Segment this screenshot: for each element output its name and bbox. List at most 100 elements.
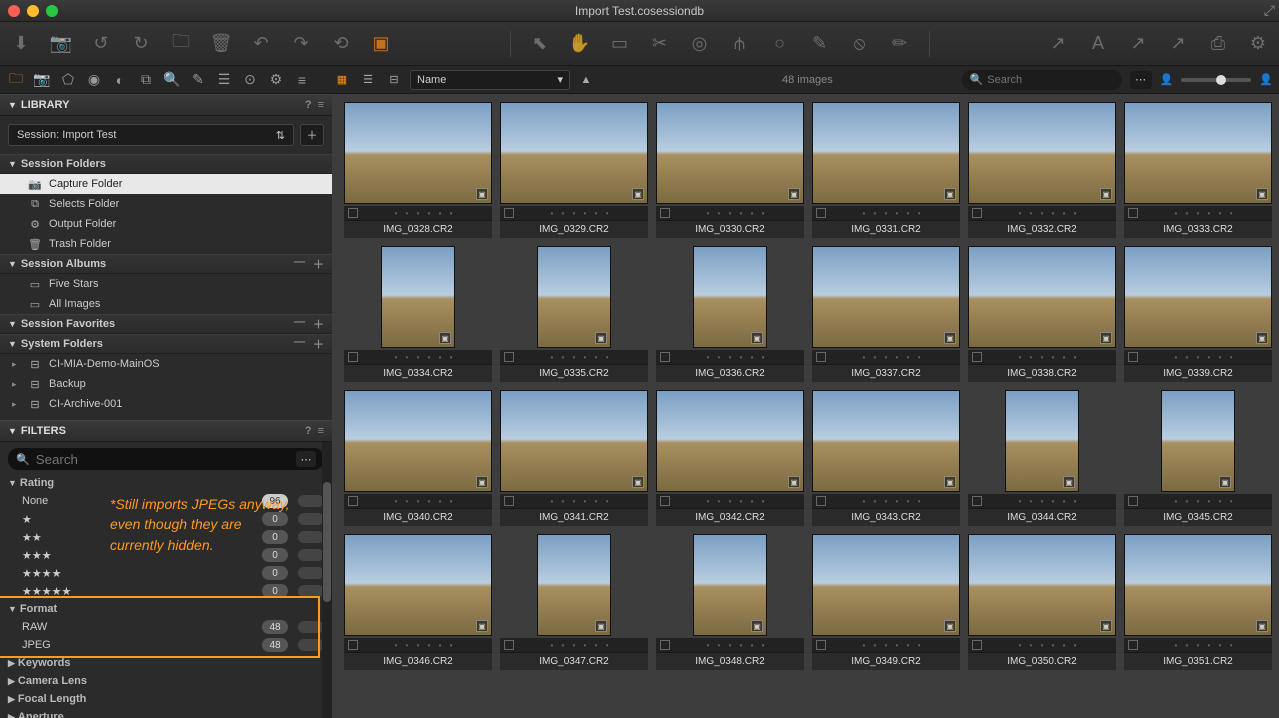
keywords-group[interactable]: ▶Keywords [8,654,324,672]
thumbnail-image[interactable]: ▣ [537,246,611,348]
rating-dots[interactable]: • • • • • • [518,641,644,650]
thumbnail-image[interactable]: ▣ [812,390,960,492]
thumbnail-checkbox[interactable] [660,640,670,650]
rating-1-row[interactable]: ★0 [8,510,324,528]
zoom-button[interactable] [46,5,58,17]
format-group[interactable]: ▼Format [8,600,324,618]
thumbnail-checkbox[interactable] [1128,208,1138,218]
thumbnail-image[interactable]: ▣ [968,246,1116,348]
thumbnail-checkbox[interactable] [1128,352,1138,362]
rating-dots[interactable]: • • • • • • [518,497,644,506]
library-tab-icon[interactable]: 🗀 [6,70,26,90]
toggle[interactable] [298,495,324,507]
rating-dots[interactable]: • • • • • • [1142,353,1268,362]
details-tab-icon[interactable]: 🔍 [162,70,182,90]
plus-icon[interactable]: ＋ [313,336,324,352]
plus-icon[interactable]: ＋ [313,256,324,272]
browser-search[interactable]: 🔍 [962,70,1122,90]
thumbnail-image[interactable]: ▣ [693,246,767,348]
brush-tool-icon[interactable]: ✎ [809,33,831,55]
thumbnail-checkbox[interactable] [660,496,670,506]
thumbnail-size-slider[interactable] [1181,78,1251,82]
scrollbar-thumb[interactable] [323,482,331,602]
thumbnail-checkbox[interactable] [660,352,670,362]
thumbnail-image[interactable]: ▣ [968,102,1116,204]
thumbnail-image[interactable]: ▣ [693,534,767,636]
thumbnail-cell[interactable]: ▣• • • • • •IMG_0335.CR2 [500,246,648,382]
crop-tool-icon[interactable]: ✂ [649,33,671,55]
rating-dots[interactable]: • • • • • • [830,497,956,506]
thumbnail-cell[interactable]: ▣• • • • • •IMG_0333.CR2 [1124,102,1272,238]
thumbnail-cell[interactable]: ▣• • • • • •IMG_0339.CR2 [1124,246,1272,382]
exposure-tab-icon[interactable]: ◐ [110,70,130,90]
thumbnail-cell[interactable]: ▣• • • • • •IMG_0344.CR2 [968,390,1116,526]
rating-dots[interactable]: • • • • • • [830,641,956,650]
spot-tool-icon[interactable]: ○ [769,33,791,55]
rating-dots[interactable]: • • • • • • [986,497,1112,506]
grid-view-icon[interactable]: ▦ [332,70,352,90]
thumbnail-checkbox[interactable] [1128,640,1138,650]
output-tab-icon[interactable]: ⊙ [240,70,260,90]
thumbnail-image[interactable]: ▣ [656,390,804,492]
thumbnail-cell[interactable]: ▣• • • • • •IMG_0342.CR2 [656,390,804,526]
rotate-left-icon[interactable]: ↺ [90,33,112,55]
thumbnail-checkbox[interactable] [504,352,514,362]
export-icon[interactable]: ↗ [1047,33,1069,55]
thumbnail-checkbox[interactable] [816,496,826,506]
thumbnail-image[interactable]: ▣ [500,390,648,492]
thumbnail-checkbox[interactable] [972,352,982,362]
rating-dots[interactable]: • • • • • • [1142,641,1268,650]
rating-dots[interactable]: • • • • • • [1142,209,1268,218]
thumbnail-checkbox[interactable] [348,640,358,650]
settings-icon[interactable]: ⚙ [1247,33,1269,55]
rating-dots[interactable]: • • • • • • [1142,497,1268,506]
add-session-button[interactable]: ＋ [300,124,324,146]
crop-tab-icon[interactable]: ⧉ [136,70,156,90]
rating-group[interactable]: ▼Rating [8,474,324,492]
thumbnail-image[interactable]: ▣ [344,534,492,636]
thumbnail-cell[interactable]: ▣• • • • • •IMG_0349.CR2 [812,534,960,670]
thumbnail-cell[interactable]: ▣• • • • • •IMG_0336.CR2 [656,246,804,382]
thumbnail-image[interactable]: ▣ [1124,102,1272,204]
thumbnail-checkbox[interactable] [504,640,514,650]
filters-scrollbar[interactable] [322,442,332,718]
thumbnail-cell[interactable]: ▣• • • • • •IMG_0334.CR2 [344,246,492,382]
system-folder-row[interactable]: ▸⊟Backup [0,374,332,394]
selects-folder-row[interactable]: ⧉Selects Folder [0,194,332,214]
rating-dots[interactable]: • • • • • • [518,353,644,362]
help-icon[interactable]: ? [305,425,312,437]
rating-dots[interactable]: • • • • • • [674,497,800,506]
thumbnail-checkbox[interactable] [348,352,358,362]
thumbnail-checkbox[interactable] [972,496,982,506]
rating-dots[interactable]: • • • • • • [830,353,956,362]
rating-dots[interactable]: • • • • • • [362,497,488,506]
thumbnail-checkbox[interactable] [1128,496,1138,506]
thumbnail-cell[interactable]: ▣• • • • • •IMG_0332.CR2 [968,102,1116,238]
thumbnail-cell[interactable]: ▣• • • • • •IMG_0341.CR2 [500,390,648,526]
browser-search-input[interactable] [987,74,1129,86]
process-icon[interactable]: ↗ [1167,33,1189,55]
filter-search[interactable]: 🔍 ⋯ [8,448,324,470]
thumbnail-cell[interactable]: ▣• • • • • •IMG_0343.CR2 [812,390,960,526]
minimize-button[interactable] [27,5,39,17]
lens-tab-icon[interactable]: ⬠ [58,70,78,90]
filmstrip-view-icon[interactable]: ⊟ [384,70,404,90]
rating-dots[interactable]: • • • • • • [986,641,1112,650]
thumbnail-image[interactable]: ▣ [812,534,960,636]
thumbnail-checkbox[interactable] [504,496,514,506]
thumbnail-checkbox[interactable] [660,208,670,218]
rating-dots[interactable]: • • • • • • [674,641,800,650]
thumbnail-cell[interactable]: ▣• • • • • •IMG_0350.CR2 [968,534,1116,670]
thumbnail-image[interactable]: ▣ [344,390,492,492]
thumbnail-image[interactable]: ▣ [537,534,611,636]
sort-direction-icon[interactable]: ▲ [576,70,596,90]
undo-icon[interactable]: ↶ [250,33,272,55]
thumbnail-image[interactable]: ▣ [500,102,648,204]
thumbnail-cell[interactable]: ▣• • • • • •IMG_0348.CR2 [656,534,804,670]
thumbnail-checkbox[interactable] [816,352,826,362]
session-folders-header[interactable]: ▼Session Folders [0,154,332,174]
rating-dots[interactable]: • • • • • • [986,353,1112,362]
filter-search-input[interactable] [36,452,290,467]
list-view-icon[interactable]: ☰ [358,70,378,90]
rating-dots[interactable]: • • • • • • [674,353,800,362]
